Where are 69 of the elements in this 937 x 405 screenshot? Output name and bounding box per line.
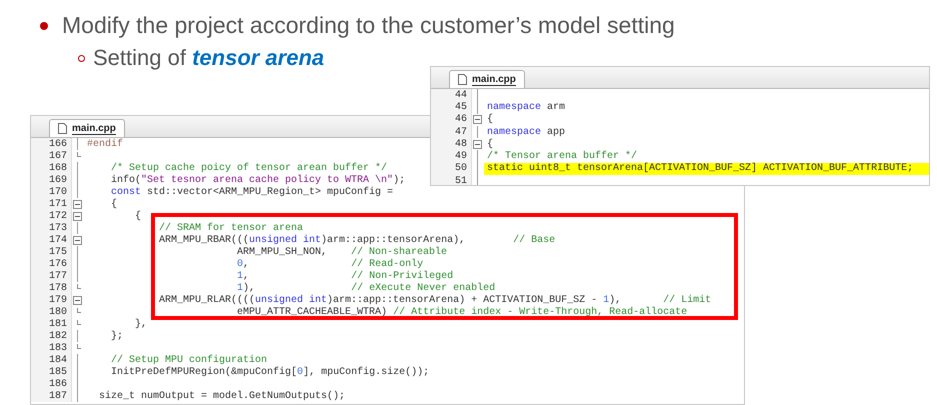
line-number: 174: [31, 234, 71, 246]
fold-icon[interactable]: [473, 115, 482, 124]
line-number: 186: [31, 378, 71, 390]
code-line: 0, // Read-only: [236, 258, 424, 270]
file-icon: [458, 74, 467, 85]
line-number: 170: [31, 186, 71, 198]
code-line: size_t numOutput = model.GetNumOutputs();: [98, 390, 346, 402]
line-number: 184: [31, 354, 71, 366]
code-line: 1, // Non-Privileged: [236, 270, 454, 282]
line-number: 185: [31, 366, 71, 378]
code-line: eMPU_ATTR_CACHEABLE_WTRA) // Attribute index - Write-Through, Read-allocate: [236, 306, 688, 318]
code-line: ARM_MPU_RLAR((((unsigned int)arm::app::tensorArena) + ACTIVATION_BUF_SZ - 1), // Limit: [158, 294, 712, 306]
bullet-text: Modify the project according to the customer’s model setting: [62, 12, 675, 39]
code-line: {: [110, 198, 118, 210]
code-line: static uint8_t tensorArena[ACTIVATION_BUF_SZ] ACTIVATION_BUF_ATTRIBUTE;: [487, 163, 914, 174]
file-tab[interactable]: main.cpp: [449, 70, 525, 88]
line-number: 179: [31, 294, 71, 306]
line-number: 183: [31, 342, 71, 354]
fold-icon[interactable]: [473, 140, 482, 149]
file-icon: [58, 123, 67, 134]
code-line: InitPreDefMPURegion(&mpuConfig[0], mpuConfig.size());: [110, 366, 430, 378]
line-number: 49: [431, 150, 471, 163]
code-line: },: [134, 318, 148, 330]
line-number: 166: [31, 138, 71, 150]
fold-icon[interactable]: [73, 212, 82, 220]
fold-icon[interactable]: [73, 236, 82, 244]
code-line: namespace arm: [487, 102, 566, 113]
line-number: 169: [31, 174, 71, 186]
line-number: 178: [31, 282, 71, 294]
code-line: // Setup MPU configuration: [110, 354, 268, 366]
code-line: /* Tensor arena buffer */: [487, 151, 638, 162]
code-line: #endif: [87, 138, 124, 150]
line-number: 45: [431, 101, 471, 114]
line-number: 175: [31, 246, 71, 258]
code-line: {: [487, 114, 494, 126]
line-number: 44: [431, 89, 471, 102]
line-number: 187: [31, 390, 71, 402]
bullet-text: Setting of tensor arena: [93, 45, 324, 71]
line-number: 173: [31, 222, 71, 234]
line-number: 182: [31, 330, 71, 342]
code-line: // SRAM for tensor arena: [158, 222, 304, 234]
code-line: {: [134, 210, 142, 222]
line-number: 51: [431, 175, 471, 185]
code-line: const std::vector<ARM_MPU_Region_t> mpuConfig =: [110, 186, 394, 198]
bullet-icon: [40, 22, 48, 30]
code-line: 1), // eXecute Never enabled: [236, 282, 496, 294]
line-number: 172: [31, 210, 71, 222]
line-number: 177: [31, 270, 71, 282]
line-number: 50: [431, 162, 471, 176]
fold-icon[interactable]: [73, 200, 82, 208]
code-line: ARM_MPU_SH_NON, // Non-shareable: [236, 246, 448, 258]
code-line: info("Set tesnor arena cache policy to WTRA \n");: [110, 174, 406, 186]
file-tab[interactable]: main.cpp: [49, 119, 125, 137]
code-line: {: [487, 138, 494, 150]
bullet-icon: [78, 54, 85, 62]
line-number: 181: [31, 318, 71, 330]
code-line: };: [110, 330, 124, 342]
code-line: /* Setup cache poicy of tensor arean buffer */: [110, 162, 388, 174]
line-number: 176: [31, 258, 71, 270]
code-line: ARM_MPU_RBAR(((unsigned int)arm::app::tensorArena), // Base: [158, 234, 556, 246]
line-number: 180: [31, 306, 71, 318]
code-line: namespace app: [487, 126, 566, 138]
line-number: 47: [431, 126, 471, 138]
line-number: 46: [431, 114, 471, 126]
line-number: 171: [31, 198, 71, 210]
line-number: 168: [31, 162, 71, 174]
line-number: 167: [31, 150, 71, 162]
line-number: 48: [431, 138, 471, 150]
fold-icon[interactable]: [73, 296, 82, 304]
